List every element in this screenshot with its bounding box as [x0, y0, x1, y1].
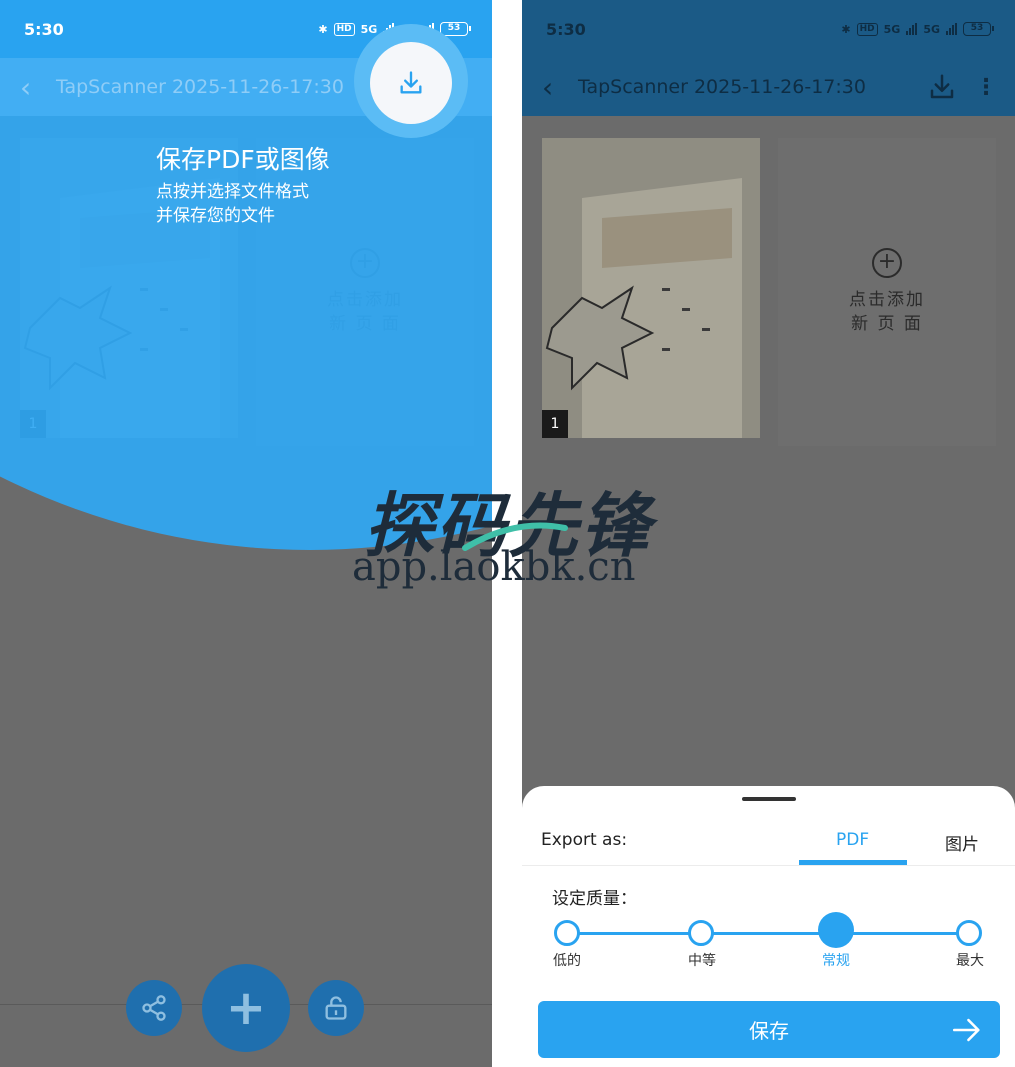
status-time: 5:30 — [24, 19, 64, 39]
signal-5g-1: 5G — [883, 22, 901, 36]
status-bar: 5:30 ✱ HD 5G 5G 53 — [522, 0, 1015, 58]
more-vertical-icon[interactable]: ⋮ — [975, 75, 997, 100]
status-icons: ✱ HD 5G 5G 53 — [841, 22, 994, 36]
save-button[interactable]: 保存 — [538, 1001, 1000, 1058]
download-icon[interactable] — [927, 72, 957, 102]
add-page-label-2: 新 页 面 — [851, 314, 923, 334]
back-icon[interactable]: ‹ — [542, 71, 578, 104]
signal-5g-1: 5G — [360, 22, 378, 36]
tooltip-desc-line1: 点按并选择文件格式 — [156, 182, 309, 202]
lock-button[interactable] — [308, 980, 364, 1036]
download-button-highlighted[interactable] — [370, 42, 452, 124]
quality-stop-normal[interactable] — [818, 912, 854, 948]
quality-label: 设定质量： — [552, 889, 637, 909]
quality-label-max: 最大 — [956, 953, 984, 969]
export-bottom-sheet: Export as: PDF 图片 设定质量： 低的 中等 常规 最大 保存 — [522, 786, 1015, 1067]
bluetooth-icon: ✱ — [841, 22, 851, 36]
export-screen: 5:30 ✱ HD 5G 5G 53 ‹ TapScanner 2025-11-… — [522, 0, 1015, 1067]
tooltip-title: 保存PDF或图像 — [156, 145, 330, 174]
arrow-right-icon — [952, 1018, 980, 1042]
status-time: 5:30 — [546, 19, 586, 39]
tooltip-desc-line2: 并保存您的文件 — [156, 206, 275, 226]
add-page-label-1: 点击添加 — [849, 290, 925, 310]
signal-icon — [906, 23, 918, 35]
hd-badge: HD — [856, 22, 878, 36]
bluetooth-icon: ✱ — [318, 22, 328, 36]
back-icon[interactable]: ‹ — [20, 71, 56, 104]
thumbnail-image — [542, 138, 760, 438]
share-button[interactable] — [126, 980, 182, 1036]
hd-badge: HD — [333, 22, 355, 36]
unlock-icon — [325, 996, 347, 1020]
save-button-label: 保存 — [749, 1019, 789, 1043]
quality-label-normal: 常规 — [822, 953, 850, 969]
add-circle-icon: + — [872, 248, 902, 278]
export-as-label: Export as: — [541, 830, 628, 850]
sheet-drag-handle[interactable] — [742, 797, 796, 801]
app-bar: ‹ TapScanner 2025-11-26-17:30 ⋮ — [522, 58, 1015, 116]
add-document-button[interactable]: + — [202, 964, 290, 1052]
quality-stop-low[interactable] — [554, 920, 580, 946]
tab-selected-indicator — [799, 860, 907, 865]
quality-label-medium: 中等 — [688, 953, 716, 969]
battery-icon: 53 — [963, 22, 994, 36]
quality-label-low: 低的 — [553, 953, 581, 969]
tab-pdf[interactable]: PDF — [836, 830, 869, 850]
share-icon — [142, 995, 166, 1021]
plus-icon: + — [225, 980, 267, 1036]
download-icon — [400, 71, 422, 94]
quality-slider-track[interactable] — [567, 932, 969, 935]
page-thumbnail[interactable]: 1 — [542, 138, 760, 438]
add-page-card[interactable]: + 点击添加 新 页 面 — [778, 138, 996, 446]
page-number-badge: 1 — [542, 410, 568, 438]
tab-image[interactable]: 图片 — [945, 830, 979, 855]
signal-5g-2: 5G — [923, 22, 940, 36]
signal-icon-2 — [946, 23, 957, 35]
quality-stop-max[interactable] — [956, 920, 982, 946]
quality-stop-medium[interactable] — [688, 920, 714, 946]
export-format-row: Export as: PDF 图片 — [522, 822, 1015, 866]
document-title: TapScanner 2025-11-26-17:30 — [578, 76, 866, 98]
tooltip-description: 点按并选择文件格式 并保存您的文件 — [156, 180, 309, 228]
onboarding-screen: 1 + 点击添加 新 页 面 + 5:30 ✱ HD 5G 5G 53 ‹ Ta… — [0, 0, 492, 1067]
